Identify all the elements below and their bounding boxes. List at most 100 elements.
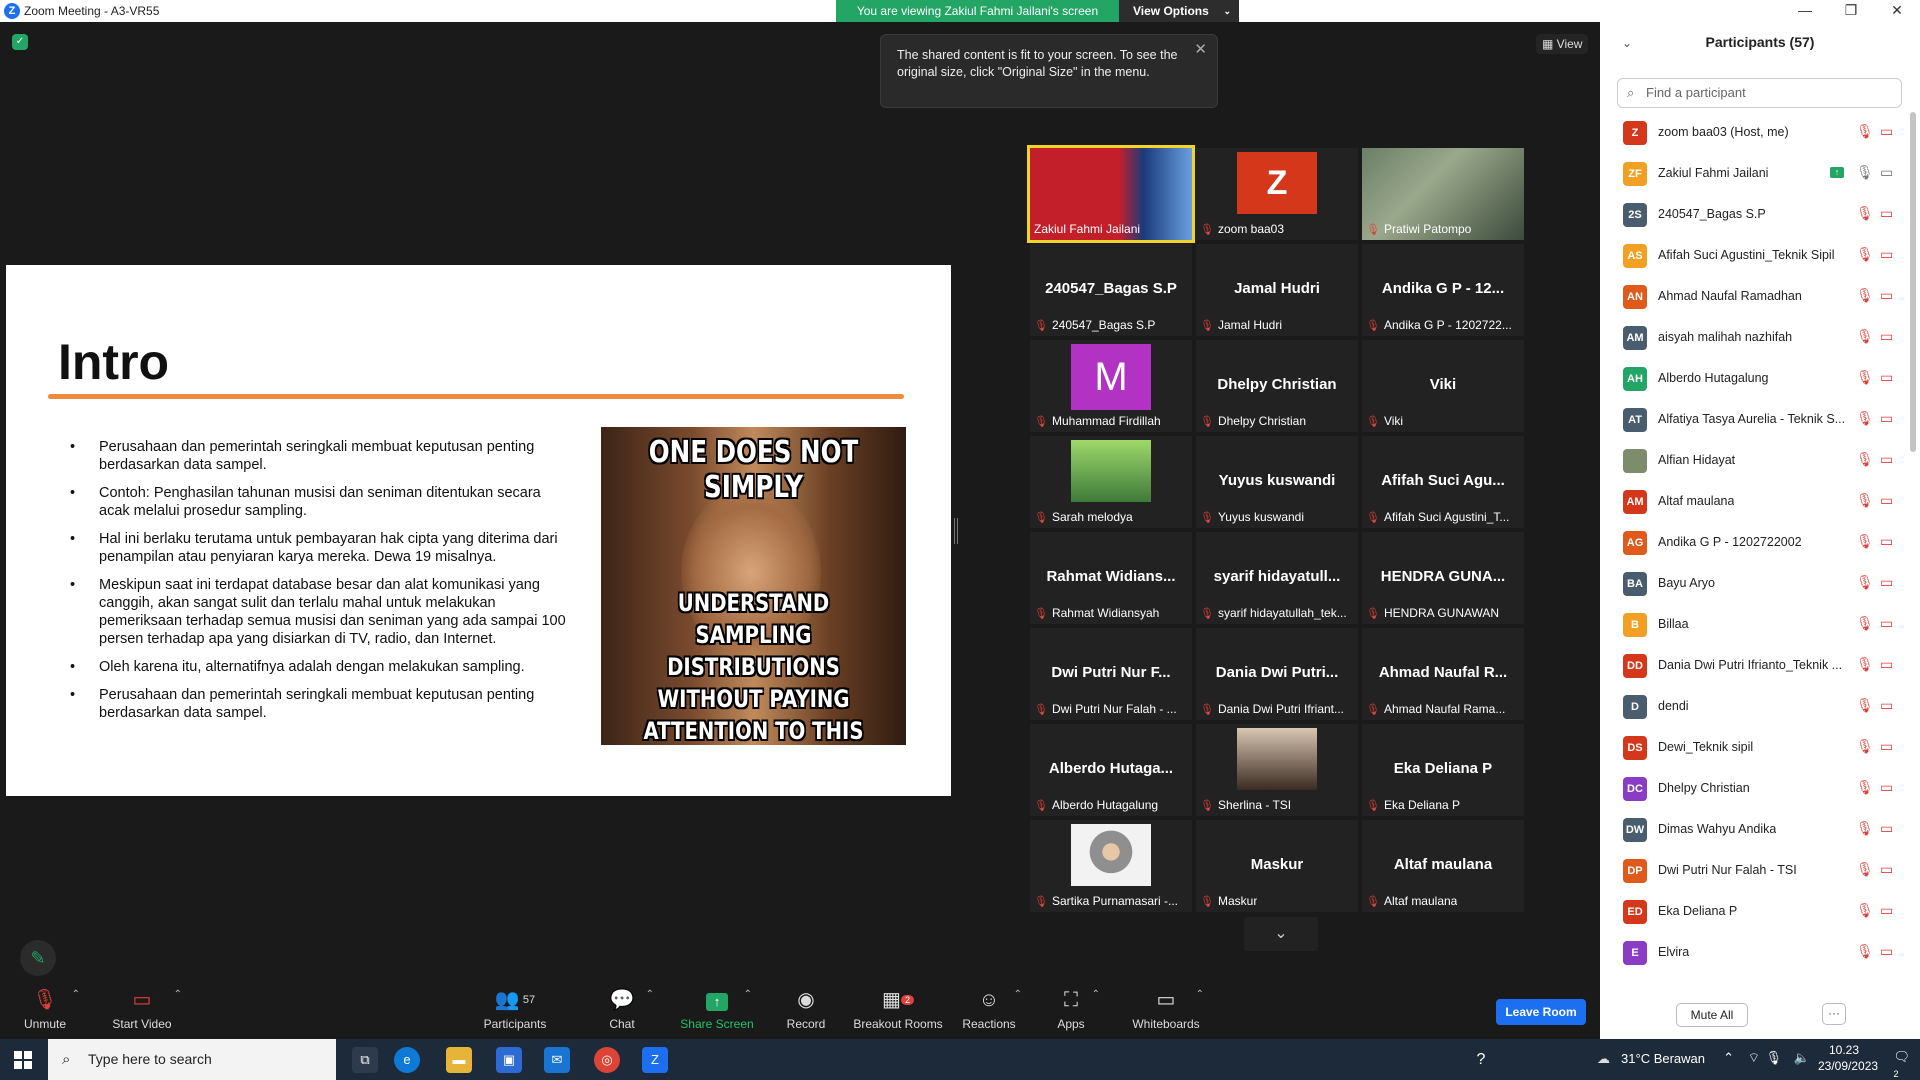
video-off-icon[interactable]: ▭ [1880, 287, 1893, 304]
participant-row[interactable]: AM Altaf maulana 🎙 ▭ [1618, 481, 1906, 522]
view-options-button[interactable]: View Options ⌄ [1119, 0, 1239, 22]
apps-button[interactable]: ⛶ Apps ⌃ [1032, 981, 1110, 1039]
video-off-icon[interactable]: ▭ [1880, 615, 1893, 632]
wifi-icon[interactable]: ⌔ [1748, 1050, 1760, 1066]
video-off-icon[interactable]: ▭ [1880, 369, 1893, 386]
annotate-pen-icon[interactable]: ✎ [20, 940, 56, 976]
participant-row[interactable]: AM aisyah malihah nazhifah 🎙 ▭ [1618, 317, 1906, 358]
task-view-icon[interactable]: ⧉ [352, 1047, 378, 1073]
video-off-icon[interactable]: ▭ [1880, 943, 1893, 960]
video-off-icon[interactable]: ▭ [1880, 451, 1893, 468]
notification-icon[interactable]: 🗨2 [1893, 1049, 1910, 1080]
video-tile[interactable]: Zakiul Fahmi Jailani [1027, 145, 1195, 243]
video-tile[interactable]: 🎙 Sartika Purnamasari -... [1030, 820, 1192, 912]
record-button[interactable]: ◉ Record [762, 981, 850, 1039]
mic-muted-icon[interactable]: 🎙 [1856, 451, 1874, 468]
chevron-down-icon[interactable]: ⌄ [1244, 917, 1318, 951]
caret-up-icon[interactable]: ⌃ [1092, 989, 1100, 1000]
video-tile[interactable]: Afifah Suci Agu... 🎙 Afifah Suci Agustini_… [1362, 436, 1524, 528]
mic-muted-icon[interactable]: 🎙 [1856, 902, 1874, 919]
video-tile[interactable]: HENDRA GUNA... 🎙 HENDRA GUNAWAN [1362, 532, 1524, 624]
mic-muted-icon[interactable]: 🎙 [1856, 369, 1874, 386]
start-video-button[interactable]: ▭ Start Video ⌃ [92, 981, 192, 1039]
security-shield-icon[interactable]: ✓ [12, 34, 28, 50]
mic-muted-icon[interactable]: 🎙 [1856, 861, 1874, 878]
breakout-rooms-button[interactable]: ▦ 2 Breakout Rooms [850, 981, 946, 1039]
close-icon[interactable]: ✕ [1194, 41, 1207, 58]
video-tile[interactable]: Viki 🎙 Viki [1362, 340, 1524, 432]
video-off-icon[interactable]: ▭ [1880, 902, 1893, 919]
whiteboards-button[interactable]: ▭ Whiteboards ⌃ [1118, 981, 1214, 1039]
mic-muted-icon[interactable]: 🎙 [1856, 328, 1874, 345]
volume-icon[interactable]: 🔈 [1794, 1050, 1810, 1066]
video-tile[interactable]: Ahmad Naufal R... 🎙 Ahmad Naufal Rama... [1362, 628, 1524, 720]
video-off-icon[interactable]: ▭ [1880, 697, 1893, 714]
mic-muted-icon[interactable]: 🎙 [1856, 943, 1874, 960]
participant-row[interactable]: E Elvira 🎙 ▭ [1618, 932, 1906, 973]
participant-row[interactable]: DW Dimas Wahyu Andika 🎙 ▭ [1618, 809, 1906, 850]
mic-muted-icon[interactable]: 🎙 [1856, 574, 1874, 591]
participant-row[interactable]: AN Ahmad Naufal Ramadhan 🎙 ▭ [1618, 276, 1906, 317]
video-off-icon[interactable]: ▭ [1880, 205, 1893, 222]
video-tile[interactable]: 🎙 Sherlina - TSI [1196, 724, 1358, 816]
caret-up-icon[interactable]: ⌃ [174, 989, 182, 1000]
video-off-icon[interactable]: ▭ [1880, 410, 1893, 427]
video-tile[interactable]: Maskur 🎙 Maskur [1196, 820, 1358, 912]
participant-row[interactable]: ED Eka Deliana P 🎙 ▭ [1618, 891, 1906, 932]
mic-muted-icon[interactable]: 🎙 [1856, 533, 1874, 550]
participant-row[interactable]: BA Bayu Aryo 🎙 ▭ [1618, 563, 1906, 604]
participant-row[interactable]: B Billaa 🎙 ▭ [1618, 604, 1906, 645]
mic-muted-icon[interactable]: 🎙 [1856, 410, 1874, 427]
mute-all-button[interactable]: Mute All [1676, 1003, 1748, 1027]
video-off-icon[interactable]: ▭ [1880, 533, 1893, 550]
video-tile[interactable]: 🎙 Pratiwi Patompo [1362, 148, 1524, 240]
video-tile[interactable]: syarif hidayatull... 🎙 syarif hidayatullah… [1196, 532, 1358, 624]
participant-row[interactable]: AG Andika G P - 1202722002 🎙 ▭ [1618, 522, 1906, 563]
view-button[interactable]: ▦ View [1536, 34, 1589, 54]
participant-search-input[interactable]: ⌕ Find a participant [1617, 78, 1902, 108]
video-tile[interactable]: Andika G P - 12... 🎙 Andika G P - 1202722.… [1362, 244, 1524, 336]
video-tile[interactable]: 🎙 Sarah melodya [1030, 436, 1192, 528]
video-tile[interactable]: Yuyus kuswandi 🎙 Yuyus kuswandi [1196, 436, 1358, 528]
video-tile[interactable]: 240547_Bagas S.P 🎙 240547_Bagas S.P [1030, 244, 1192, 336]
participant-row[interactable]: Zzoom baa03 (Host, me) 🎙 ▭ [1618, 112, 1906, 153]
video-off-icon[interactable]: ▭ [1880, 164, 1893, 181]
panel-scrollbar[interactable] [1910, 112, 1916, 452]
participant-row[interactable]: DS Dewi_Teknik sipil 🎙 ▭ [1618, 727, 1906, 768]
chrome-icon[interactable]: ◎ [594, 1047, 620, 1073]
participant-row[interactable]: 2S 240547_Bagas S.P 🎙 ▭ [1618, 194, 1906, 235]
clock[interactable]: 10.23 23/09/2023 [1818, 1043, 1878, 1073]
microphone-icon[interactable]: 🎙 [1765, 1050, 1782, 1066]
mic-muted-icon[interactable]: 🎙 [1856, 820, 1874, 837]
mail-icon[interactable]: ✉ [544, 1047, 570, 1073]
video-tile[interactable]: Alberdo Hutaga... 🎙 Alberdo Hutagalung [1030, 724, 1192, 816]
close-icon[interactable]: ✕ [1874, 0, 1920, 20]
participant-row[interactable]: DD Dania Dwi Putri Ifrianto_Teknik ... 🎙 ▭ [1618, 645, 1906, 686]
participant-row[interactable]: DC Dhelpy Christian 🎙 ▭ [1618, 768, 1906, 809]
video-off-icon[interactable]: ▭ [1880, 861, 1893, 878]
participant-row[interactable]: AH Alberdo Hutagalung 🎙 ▭ [1618, 358, 1906, 399]
tray-chevron-icon[interactable]: ⌃ [1723, 1050, 1734, 1066]
video-tile[interactable]: Dhelpy Christian 🎙 Dhelpy Christian [1196, 340, 1358, 432]
caret-up-icon[interactable]: ⌃ [1196, 989, 1204, 1000]
windows-start-icon[interactable] [14, 1051, 32, 1069]
mic-muted-icon[interactable]: 🎙 [1856, 164, 1874, 181]
reactions-button[interactable]: ☺ Reactions ⌃ [946, 981, 1032, 1039]
video-tile[interactable]: Altaf maulana 🎙 Altaf maulana [1362, 820, 1524, 912]
participant-row[interactable]: AT Alfatiya Tasya Aurelia - Teknik S... 🎙 ▭ [1618, 399, 1906, 440]
video-tile[interactable]: Dwi Putri Nur F... 🎙 Dwi Putri Nur Falah -… [1030, 628, 1192, 720]
video-off-icon[interactable]: ▭ [1880, 328, 1893, 345]
minimize-icon[interactable]: — [1782, 0, 1828, 20]
video-off-icon[interactable]: ▭ [1880, 779, 1893, 796]
caret-up-icon[interactable]: ⌃ [744, 989, 752, 1000]
mic-muted-icon[interactable]: 🎙 [1856, 697, 1874, 714]
video-off-icon[interactable]: ▭ [1880, 820, 1893, 837]
video-off-icon[interactable]: ▭ [1880, 574, 1893, 591]
store-icon[interactable]: ▣ [496, 1047, 522, 1073]
video-tile[interactable]: Jamal Hudri 🎙 Jamal Hudri [1196, 244, 1358, 336]
split-drag-handle[interactable] [954, 518, 958, 544]
mic-muted-icon[interactable]: 🎙 [1856, 779, 1874, 796]
participant-row[interactable]: DP Dwi Putri Nur Falah - TSI 🎙 ▭ [1618, 850, 1906, 891]
unmute-button[interactable]: 🎙 Unmute ⌃ [0, 981, 90, 1039]
mic-muted-icon[interactable]: 🎙 [1856, 123, 1874, 140]
